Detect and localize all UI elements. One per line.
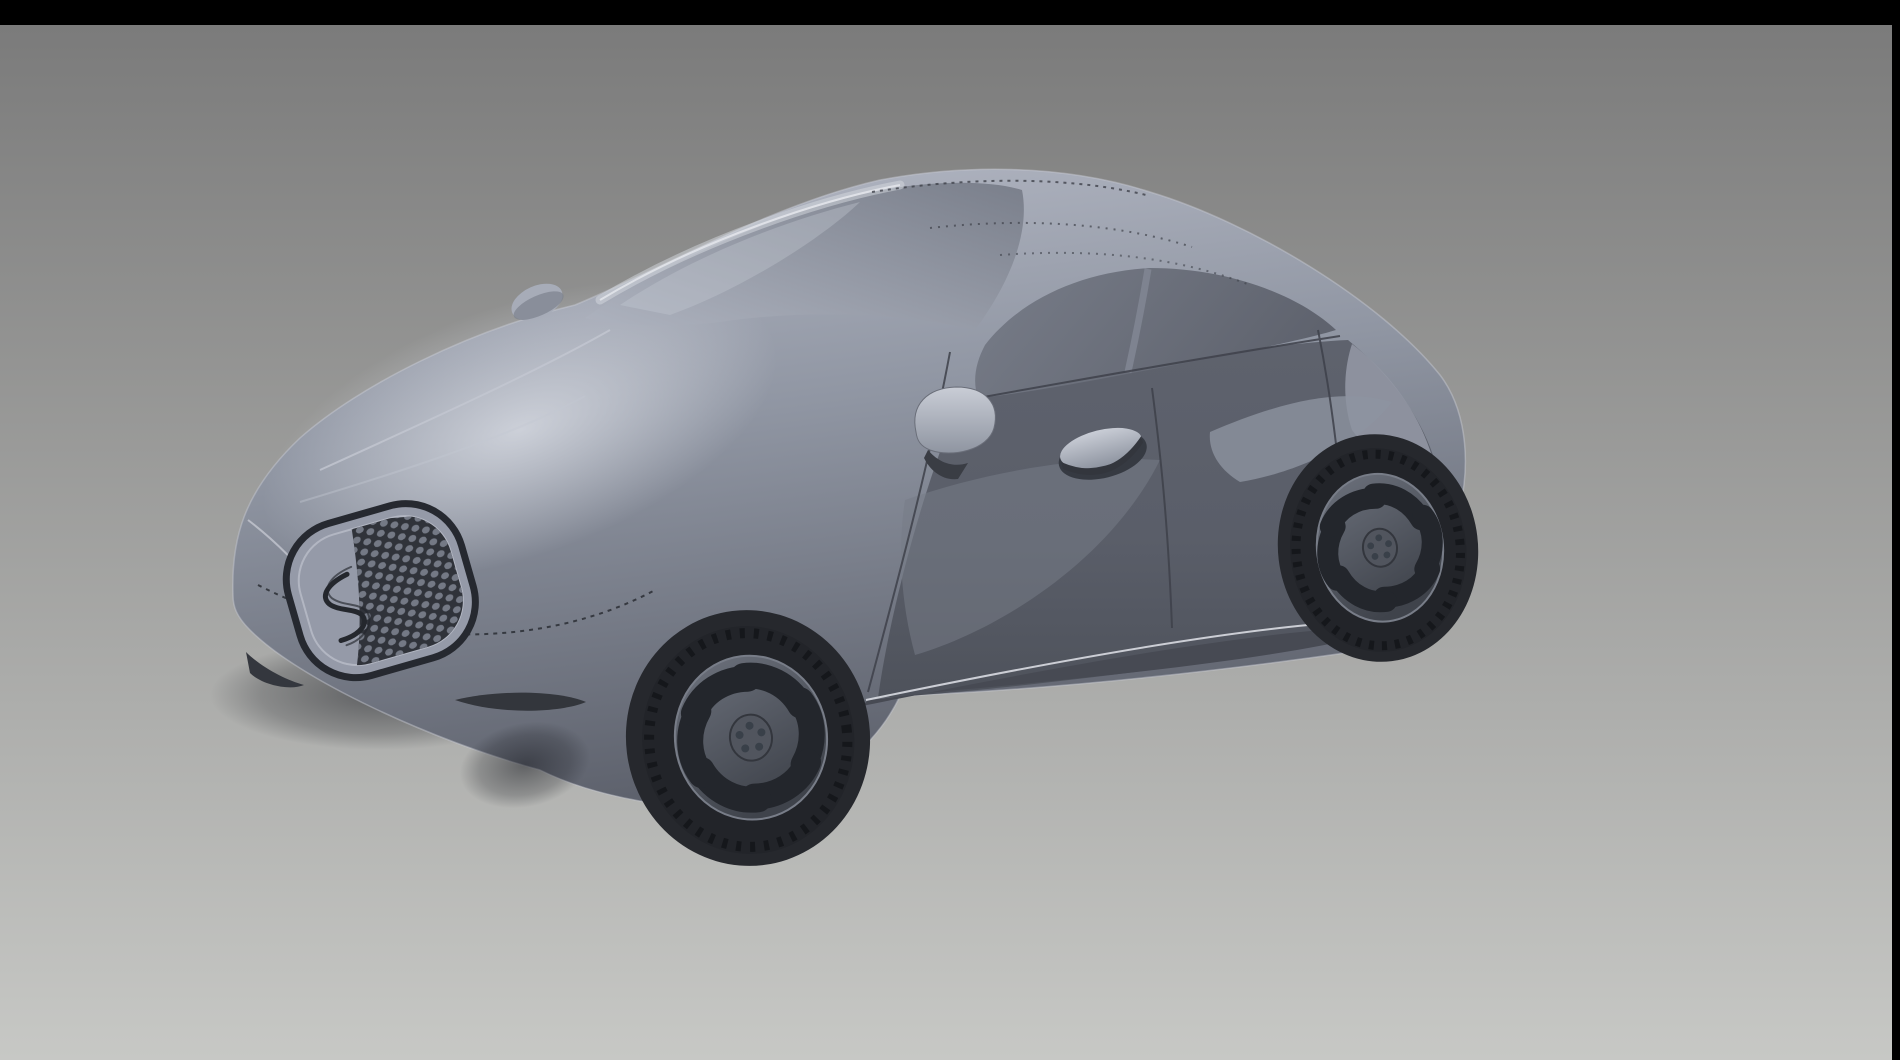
top-black-bar <box>0 0 1900 25</box>
viewport-3d-canvas[interactable]: 3D CAD viewport render of a silver-grey … <box>0 0 1900 1060</box>
right-black-bar <box>1892 0 1900 1060</box>
cad-application-screen: 3D CAD viewport render of a silver-grey … <box>0 0 1900 1060</box>
